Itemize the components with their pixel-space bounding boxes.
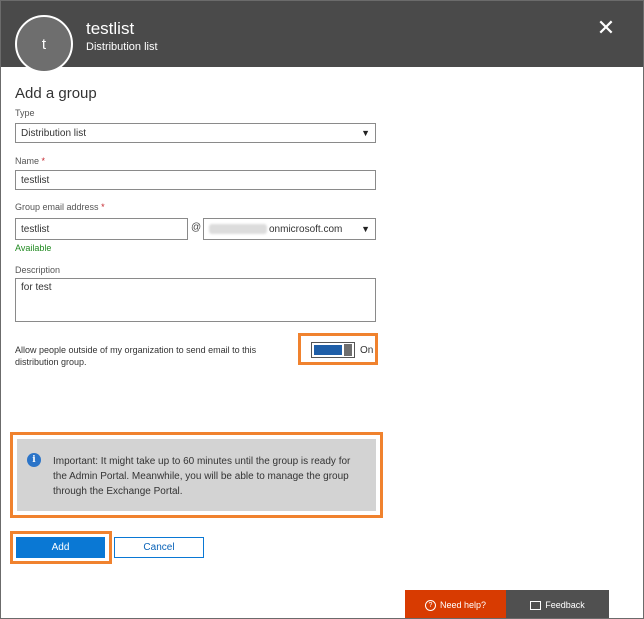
info-icon: i <box>27 453 41 467</box>
name-field[interactable]: testlist <box>15 170 376 190</box>
availability-status: Available <box>15 243 52 253</box>
info-banner: i Important: It might take up to 60 minu… <box>15 437 378 513</box>
description-field[interactable]: for test <box>15 278 376 322</box>
panel-subtitle: Distribution list <box>86 41 158 53</box>
name-label: Name * <box>15 156 46 166</box>
add-button[interactable]: Add <box>16 537 105 558</box>
feedback-label: Feedback <box>545 600 585 610</box>
toggle-label: On <box>360 345 374 356</box>
email-alias-field[interactable]: testlist <box>15 218 188 240</box>
at-sign: @ <box>191 222 202 233</box>
allow-external-text: Allow people outside of my organization … <box>15 345 257 367</box>
feedback-icon <box>530 600 542 610</box>
group-panel: t testlist Distribution list ✕ Add a gro… <box>0 0 644 619</box>
description-label: Description <box>15 265 61 275</box>
type-select[interactable]: Distribution list ▼ <box>15 123 376 143</box>
panel-title: testlist <box>86 19 135 38</box>
email-label: Group email address * <box>15 202 105 212</box>
allow-external-toggle[interactable] <box>311 342 355 358</box>
cancel-button[interactable]: Cancel <box>114 537 204 558</box>
chevron-down-icon: ▼ <box>361 224 370 234</box>
type-select-value: Distribution list <box>21 127 87 139</box>
section-title: Add a group <box>15 85 97 102</box>
info-text: Important: It might take up to 60 minute… <box>53 456 351 497</box>
chevron-down-icon: ▼ <box>361 128 370 138</box>
email-alias-value: testlist <box>21 223 50 235</box>
close-icon[interactable]: ✕ <box>595 17 617 39</box>
need-help-label: Need help? <box>439 600 487 610</box>
feedback-button[interactable]: Feedback <box>506 590 609 618</box>
type-label: Type <box>15 108 35 118</box>
panel-header: t testlist Distribution list ✕ <box>1 1 643 73</box>
need-help-button[interactable]: ? Need help? <box>405 590 506 618</box>
question-icon: ? <box>424 599 436 611</box>
description-value: for test <box>21 282 52 293</box>
domain-select-value: onmicrosoft.com <box>209 224 342 235</box>
avatar: t <box>15 15 73 73</box>
domain-select[interactable]: onmicrosoft.com ▼ <box>203 218 376 240</box>
toggle-fill <box>314 345 342 355</box>
name-field-value: testlist <box>21 174 50 186</box>
toggle-knob[interactable] <box>344 344 352 356</box>
